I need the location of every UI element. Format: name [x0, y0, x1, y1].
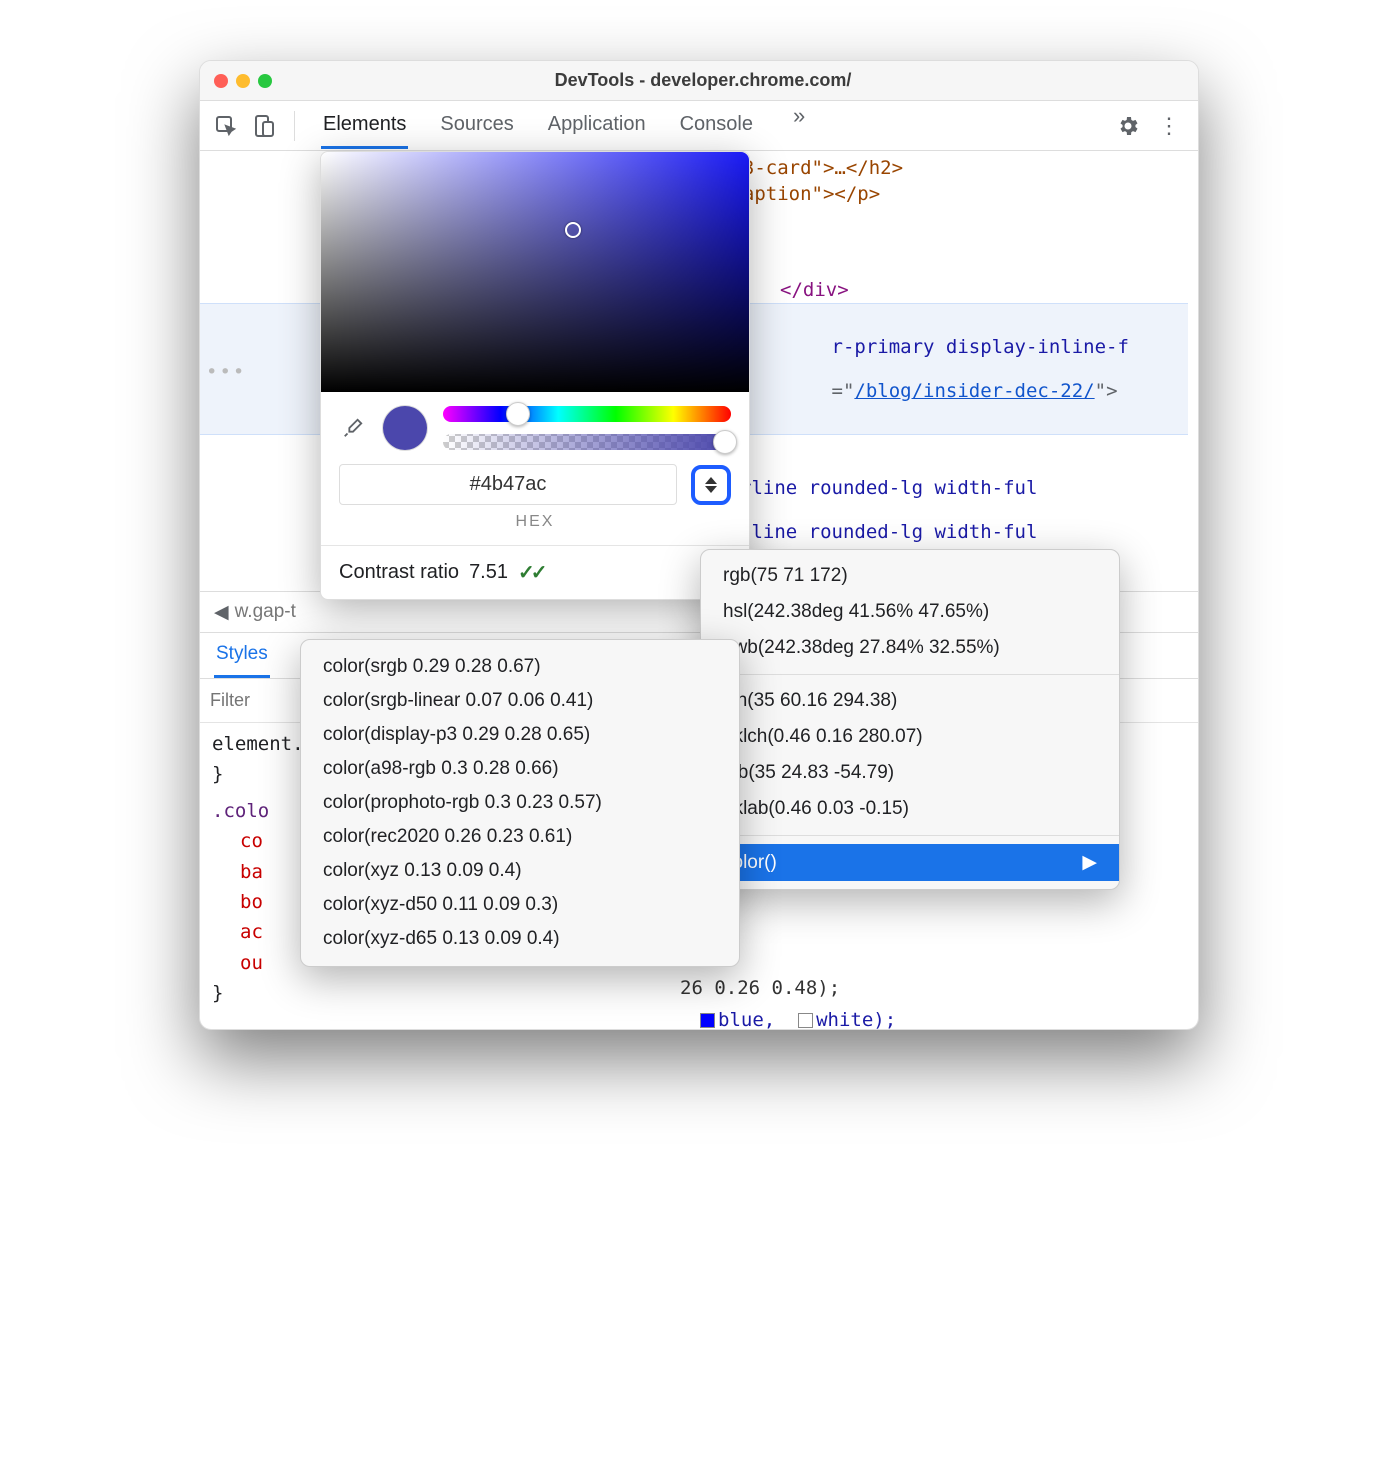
dom-fragment: </div> — [780, 279, 849, 301]
minimize-window-button[interactable] — [236, 74, 250, 88]
css-property[interactable]: ba — [240, 861, 263, 883]
format-option[interactable]: lch(35 60.16 294.38) — [701, 683, 1119, 719]
tab-console[interactable]: Console — [678, 103, 755, 149]
submenu-arrow-icon: ▶ — [1082, 851, 1097, 874]
alpha-slider[interactable] — [443, 434, 731, 450]
dom-fragment: rline rounded-lg width-ful — [740, 477, 1037, 499]
css-value-fragment: 26 0.26 0.48); — [680, 977, 840, 999]
color-format-menu: rgb(75 71 172) hsl(242.38deg 41.56% 47.6… — [700, 549, 1120, 890]
dom-selected-class: r-primary display-inline-f — [832, 336, 1129, 358]
current-color-swatch — [383, 406, 427, 450]
colorspace-option[interactable]: color(display-p3 0.29 0.28 0.65) — [301, 718, 739, 752]
color-format-toggle[interactable] — [691, 465, 731, 505]
alpha-thumb[interactable] — [713, 430, 737, 454]
colorspace-option[interactable]: color(srgb 0.29 0.28 0.67) — [301, 650, 739, 684]
breadcrumb-left-icon[interactable]: ◀ — [208, 601, 235, 624]
more-options-icon[interactable]: ⋮ — [1152, 113, 1186, 139]
color-swatch-icon[interactable] — [700, 1013, 715, 1028]
format-option[interactable]: oklch(0.46 0.16 280.07) — [701, 719, 1119, 755]
inspect-element-icon[interactable] — [212, 112, 240, 140]
tab-elements[interactable]: Elements — [321, 103, 408, 149]
eyedropper-icon[interactable] — [339, 414, 367, 442]
breadcrumb-item[interactable]: w.gap-t — [235, 601, 296, 623]
color-picker-popover: HEX Contrast ratio 7.51 ✓✓ — [320, 151, 750, 600]
more-tabs-icon[interactable]: » — [785, 103, 813, 149]
color-function-submenu: color(srgb 0.29 0.28 0.67) color(srgb-li… — [300, 639, 740, 967]
zoom-window-button[interactable] — [258, 74, 272, 88]
subtab-styles[interactable]: Styles — [214, 633, 270, 678]
hue-thumb[interactable] — [506, 402, 530, 426]
settings-gear-icon[interactable] — [1114, 112, 1142, 140]
window-title: DevTools - developer.chrome.com/ — [272, 70, 1134, 91]
color-swatch-icon[interactable] — [798, 1013, 813, 1028]
css-property[interactable]: ou — [240, 952, 263, 974]
contrast-ratio-row[interactable]: Contrast ratio 7.51 ✓✓ — [321, 546, 749, 599]
css-property[interactable]: bo — [240, 891, 263, 913]
css-property[interactable]: co — [240, 830, 263, 852]
colorspace-option[interactable]: color(xyz 0.13 0.09 0.4) — [301, 854, 739, 888]
colorspace-option[interactable]: color(srgb-linear 0.07 0.06 0.41) — [301, 684, 739, 718]
format-option[interactable]: hwb(242.38deg 27.84% 32.55%) — [701, 630, 1119, 666]
css-value[interactable]: blue, — [718, 1009, 775, 1030]
contrast-pass-icon: ✓✓ — [518, 560, 544, 585]
tab-application[interactable]: Application — [546, 103, 648, 149]
devtools-window: DevTools - developer.chrome.com/ Element… — [199, 60, 1199, 1030]
hue-slider[interactable] — [443, 406, 731, 422]
css-value[interactable]: white); — [816, 1009, 896, 1030]
panel-tabs: Elements Sources Application Console » — [311, 103, 1104, 149]
colorspace-option[interactable]: color(prophoto-rgb 0.3 0.23 0.57) — [301, 786, 739, 820]
colorspace-option[interactable]: color(xyz-d65 0.13 0.09 0.4) — [301, 922, 739, 956]
hex-input[interactable] — [339, 464, 677, 505]
format-option[interactable]: rgb(75 71 172) — [701, 558, 1119, 594]
format-option[interactable]: oklab(0.46 0.03 -0.15) — [701, 791, 1119, 827]
contrast-value: 7.51 — [469, 561, 508, 584]
traffic-lights — [214, 74, 272, 88]
sv-handle[interactable] — [565, 222, 581, 238]
dom-href-link[interactable]: /blog/insider-dec-22/ — [854, 380, 1094, 402]
tab-sources[interactable]: Sources — [438, 103, 515, 149]
color-format-label: HEX — [321, 509, 749, 545]
rule-selector[interactable]: .colo — [212, 800, 269, 822]
close-window-button[interactable] — [214, 74, 228, 88]
colorspace-option[interactable]: color(a98-rgb 0.3 0.28 0.66) — [301, 752, 739, 786]
dom-fragment: nline rounded-lg width-ful — [740, 521, 1037, 543]
colorspace-option[interactable]: color(xyz-d50 0.11 0.09 0.3) — [301, 888, 739, 922]
contrast-label: Contrast ratio — [339, 561, 459, 584]
device-toolbar-icon[interactable] — [250, 112, 278, 140]
devtools-toolbar: Elements Sources Application Console » ⋮ — [200, 101, 1198, 151]
css-property[interactable]: ac — [240, 921, 263, 943]
titlebar: DevTools - developer.chrome.com/ — [200, 61, 1198, 101]
format-option[interactable]: lab(35 24.83 -54.79) — [701, 755, 1119, 791]
format-option-color-fn[interactable]: color() ▶ — [701, 844, 1119, 881]
format-option[interactable]: hsl(242.38deg 41.56% 47.65%) — [701, 594, 1119, 630]
collapsed-indicator-icon[interactable]: ••• — [206, 361, 246, 383]
saturation-value-area[interactable] — [321, 152, 749, 392]
colorspace-option[interactable]: color(rec2020 0.26 0.23 0.61) — [301, 820, 739, 854]
